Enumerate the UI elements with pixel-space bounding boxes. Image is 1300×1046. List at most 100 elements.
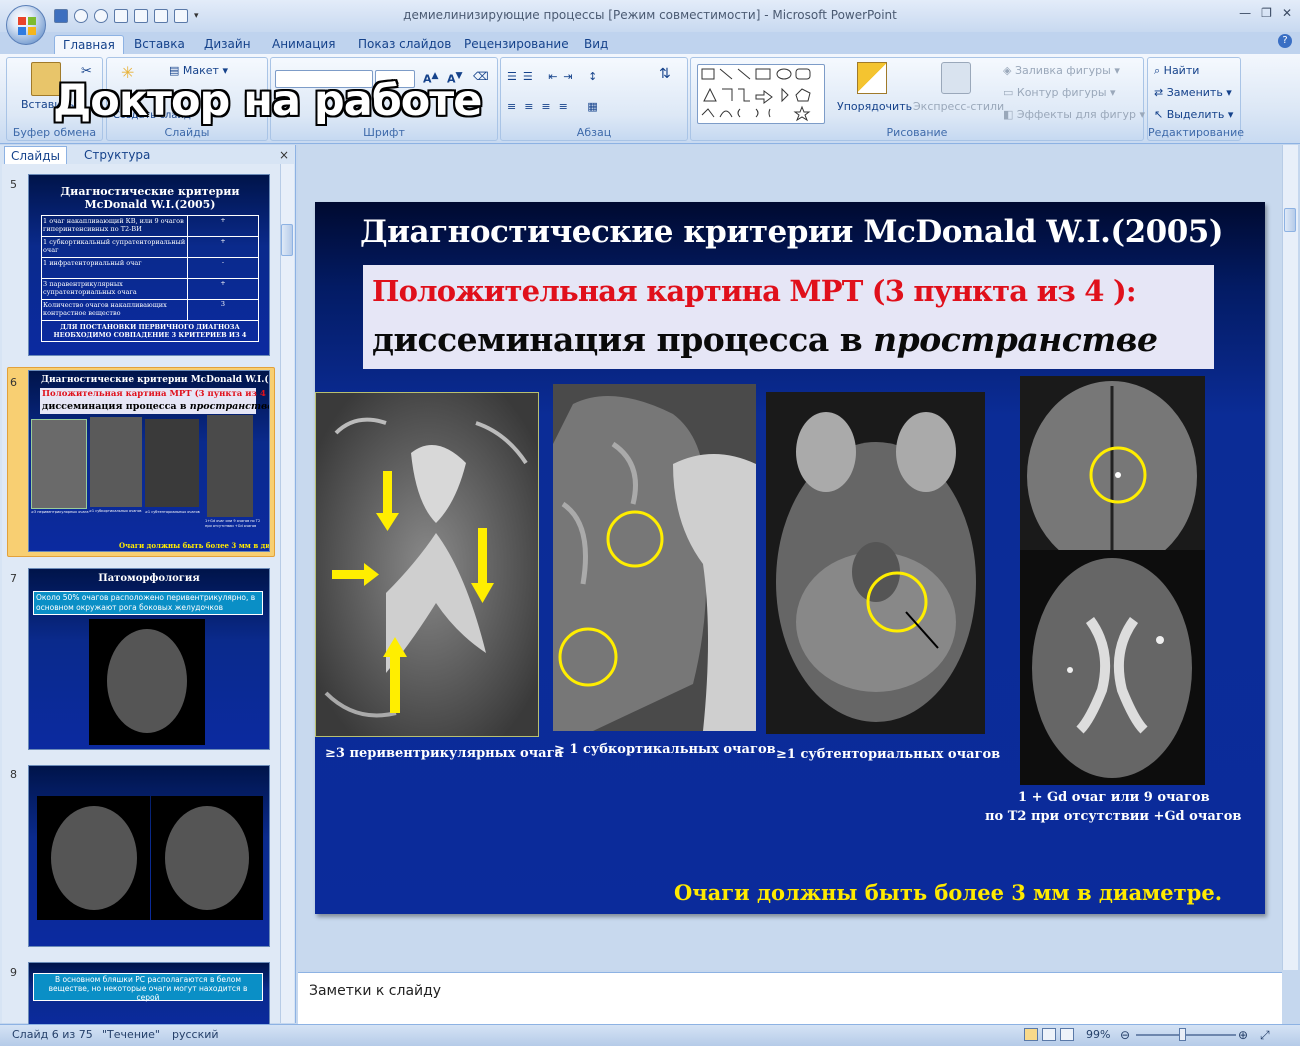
status-theme: "Течение" <box>102 1028 160 1041</box>
zoom-level[interactable]: 99% <box>1086 1028 1110 1041</box>
select-icon: ↖ <box>1154 108 1167 121</box>
replace-button[interactable]: ⇄ Заменить ▾ <box>1154 86 1232 99</box>
group-label-font: Шрифт <box>363 126 405 139</box>
panel-scrollbar-thumb[interactable] <box>281 224 293 256</box>
shape-effects-button[interactable]: ◧ Эффекты для фигур ▾ <box>1003 108 1145 121</box>
group-label-drawing: Рисование <box>886 126 948 139</box>
group-label-paragraph: Абзац <box>576 126 612 139</box>
table-footer: ДЛЯ ПОСТАНОВКИ ПЕРВИЧНОГО ДИАГНОЗА НЕОБХ… <box>53 323 247 339</box>
group-label-editing: Редактирование <box>1148 126 1244 139</box>
maximize-button[interactable]: ❐ <box>1261 6 1272 20</box>
thumb-caption: ≥1 субкортикальных очагов <box>89 509 142 513</box>
mri-image-t2-axial[interactable] <box>1020 550 1205 785</box>
tab-view[interactable]: Вид <box>576 35 616 54</box>
zoom-out-icon[interactable]: ⊖ <box>1120 1028 1130 1042</box>
notes-placeholder: Заметки к слайду <box>309 983 442 999</box>
thumb-mri-1 <box>31 419 87 509</box>
zoom-in-icon[interactable]: ⊕ <box>1238 1028 1248 1042</box>
find-icon: ⌕ <box>1154 64 1164 77</box>
tab-outline[interactable]: Структура <box>78 146 156 164</box>
mri-subtentorial-graphic <box>766 392 985 734</box>
thumb-line2: диссеминация процесса в пространстве <box>42 401 269 412</box>
table-cell: + <box>220 279 226 287</box>
find-label: Найти <box>1163 64 1200 77</box>
table-cell: - <box>221 258 225 266</box>
mri-image-periventricular[interactable] <box>315 392 539 737</box>
mri-image-gd-enhanced[interactable] <box>1020 376 1205 551</box>
panel-close-button[interactable]: × <box>279 148 289 162</box>
slide-number: 9 <box>10 966 17 979</box>
office-button[interactable] <box>6 5 46 45</box>
slideshow-view-icon[interactable] <box>1060 1028 1074 1041</box>
text-direction-icon[interactable]: ⇅ <box>659 66 671 82</box>
mri-image-subcortical[interactable] <box>553 384 756 731</box>
tab-slides[interactable]: Слайды <box>4 146 67 164</box>
thumb-mri-brain <box>165 806 249 910</box>
slide-thumbnail-8[interactable] <box>28 765 270 947</box>
find-button[interactable]: ⌕ Найти <box>1154 64 1199 78</box>
mri-image-subtentorial[interactable] <box>766 392 985 734</box>
slide-thumbnail-7[interactable]: Патоморфология Около 50% очагов располож… <box>28 568 270 750</box>
shape-fill-button[interactable]: ◈ Заливка фигуры ▾ <box>1003 64 1120 77</box>
table-row: 1 инфратенториальный очаг - <box>42 258 258 279</box>
shape-outline-icon: ▭ <box>1003 86 1017 99</box>
tab-home[interactable]: Главная <box>54 35 124 54</box>
slide-title[interactable]: Диагностические критерии McDonald W.I.(2… <box>360 214 1224 250</box>
group-label-clipboard: Буфер обмена <box>12 126 97 139</box>
slide-number: 6 <box>10 376 17 389</box>
slide-number: 7 <box>10 572 17 585</box>
replace-icon: ⇄ <box>1154 86 1167 99</box>
sorter-view-icon[interactable] <box>1042 1028 1056 1041</box>
minimize-button[interactable]: — <box>1239 6 1251 20</box>
table-cell: 3 паравентрикулярных супратенториальных … <box>42 279 188 299</box>
arrange-icon[interactable] <box>857 62 887 94</box>
thumb-mri-3 <box>145 419 199 507</box>
slide-thumbnail-5[interactable]: Диагностические критерии McDonald W.I.(2… <box>28 174 270 356</box>
panel-scrollbar[interactable] <box>280 164 294 1023</box>
thumb-caption: ≥1 субтенториальных очагов <box>145 510 200 514</box>
thumb-mri-brain <box>51 806 137 910</box>
group-editing: ⌕ Найти ⇄ Заменить ▾ ↖ Выделить ▾ Редакт… <box>1147 57 1244 141</box>
align-icons[interactable]: ≡≡≡≡ ▦ <box>507 100 606 113</box>
list-icons[interactable]: ☰☰ ⇤⇥ ↕ <box>507 70 603 83</box>
editor-scrollbar[interactable] <box>1282 145 1298 970</box>
status-language[interactable]: русский <box>172 1028 219 1041</box>
normal-view-icon[interactable] <box>1024 1028 1038 1041</box>
thumb-table: 1 очаг накапливающий КВ, или 9 очагов ги… <box>41 215 259 342</box>
tab-design[interactable]: Дизайн <box>196 35 259 54</box>
table-cell: Количество очагов накапливающих контраст… <box>42 300 188 320</box>
editor-scrollbar-thumb[interactable] <box>1284 208 1296 232</box>
slide-thumbnail-9[interactable]: В основном бляшки РС располагаются в бел… <box>28 962 270 1032</box>
group-drawing: Упорядочить Экспресс-стили ◈ Заливка фиг… <box>690 57 1145 141</box>
thumb-title: Диагностические критерии McDonald W.I.(2… <box>41 375 269 385</box>
group-label-slides: Слайды <box>164 126 210 139</box>
tab-review[interactable]: Рецензирование <box>456 35 577 54</box>
caption-gd-line1: 1 + Gd очаг или 9 очагов <box>1018 790 1210 805</box>
zoom-slider[interactable] <box>1136 1034 1236 1036</box>
fit-window-icon[interactable]: ⤢ <box>1260 1028 1270 1043</box>
tab-insert[interactable]: Вставка <box>126 35 193 54</box>
table-cell: + <box>220 237 226 245</box>
shape-outline-button[interactable]: ▭ Контур фигуры ▾ <box>1003 86 1116 99</box>
thumb-mri-brain <box>107 629 187 733</box>
help-icon[interactable]: ? <box>1278 34 1292 48</box>
table-cell: 1 инфратенториальный очаг <box>42 258 188 278</box>
tab-slideshow[interactable]: Показ слайдов <box>350 35 459 54</box>
quick-styles-button[interactable]: Экспресс-стили <box>913 100 1004 113</box>
select-button[interactable]: ↖ Выделить ▾ <box>1154 108 1233 121</box>
slide-thumbnail-6[interactable]: Диагностические критерии McDonald W.I.(2… <box>28 370 270 552</box>
slide-number: 8 <box>10 768 17 781</box>
slide-number: 5 <box>10 178 17 191</box>
zoom-slider-thumb[interactable] <box>1179 1028 1186 1041</box>
shape-outline-label: Контур фигуры <box>1016 86 1107 99</box>
close-button[interactable]: ✕ <box>1282 6 1292 20</box>
tab-animation[interactable]: Анимация <box>264 35 343 54</box>
highlight-line-2-text: диссеминация процесса в <box>372 320 874 359</box>
shapes-gallery[interactable] <box>697 64 825 124</box>
notes-pane[interactable] <box>298 972 1282 1024</box>
quick-styles-icon <box>941 62 971 94</box>
arrange-button[interactable]: Упорядочить <box>837 100 912 113</box>
replace-label: Заменить <box>1166 86 1223 99</box>
thumb-title: Диагностические критерии McDonald W.I.(2… <box>60 185 240 211</box>
shape-effects-label: Эффекты для фигур <box>1016 108 1136 121</box>
